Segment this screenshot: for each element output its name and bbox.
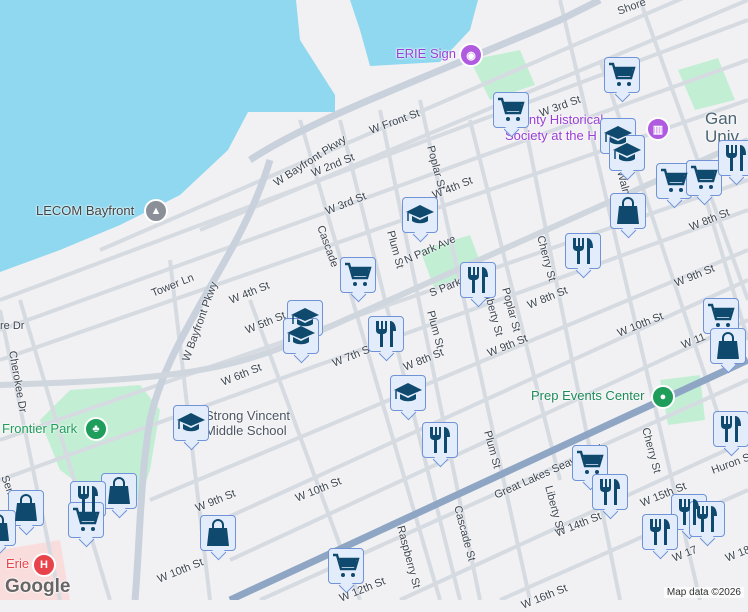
street-label-re_dr: re Dr — [0, 320, 25, 332]
restaurant-marker[interactable] — [368, 316, 404, 352]
restaurant-icon — [648, 518, 672, 546]
school-icon — [612, 142, 642, 164]
map-attribution[interactable]: Map data ©2026 — [663, 587, 744, 598]
grocery-marker[interactable] — [328, 548, 364, 584]
restaurant-icon — [374, 320, 398, 348]
grocery-icon — [72, 507, 100, 533]
erie-hospital-label[interactable]: Erie — [6, 556, 29, 571]
grocery-marker[interactable] — [703, 298, 739, 334]
stadium-icon[interactable]: ● — [651, 385, 675, 409]
restaurant-marker[interactable] — [689, 501, 725, 537]
camera-icon[interactable]: ◉ — [459, 43, 483, 67]
grocery-icon — [344, 262, 372, 288]
grocery-marker[interactable] — [493, 92, 529, 128]
grocery-marker[interactable] — [68, 502, 104, 538]
restaurant-marker[interactable] — [642, 514, 678, 550]
restaurant-icon — [466, 266, 490, 294]
restaurant-marker[interactable] — [565, 233, 601, 269]
grocery-icon — [690, 165, 718, 191]
restaurant-icon — [428, 426, 452, 454]
grocery-marker[interactable] — [604, 57, 640, 93]
grocery-icon — [576, 450, 604, 476]
restaurant-icon — [724, 144, 748, 172]
restaurant-marker[interactable] — [592, 474, 628, 510]
school-pin-icon[interactable]: ▲ — [144, 199, 168, 223]
museum-icon[interactable]: ▥ — [646, 117, 670, 141]
grocery-marker[interactable] — [656, 163, 692, 199]
lecom-bayfront-label[interactable]: LECOM Bayfront — [36, 203, 134, 218]
grocery-marker[interactable] — [686, 160, 722, 196]
school-marker[interactable] — [390, 375, 426, 411]
shopping-marker[interactable] — [8, 490, 44, 526]
grocery-icon — [707, 303, 735, 329]
grocery-icon — [332, 553, 360, 579]
school-icon — [405, 204, 435, 226]
shopping-marker[interactable] — [610, 193, 646, 229]
school-icon — [286, 325, 316, 347]
shopping-icon — [616, 197, 640, 225]
grocery-marker[interactable] — [340, 257, 376, 293]
restaurant-icon — [695, 505, 719, 533]
restaurant-marker[interactable] — [422, 422, 458, 458]
restaurant-marker[interactable] — [713, 411, 748, 447]
shopping-marker[interactable] — [101, 473, 137, 509]
school-marker[interactable] — [173, 405, 209, 441]
strong-vincent-label[interactable]: Strong Vincent Middle School — [205, 408, 290, 438]
google-logo: Google — [5, 576, 71, 597]
restaurant-icon — [719, 415, 743, 443]
shopping-icon — [107, 477, 131, 505]
grocery-icon — [660, 168, 688, 194]
prep-events-center-label[interactable]: Prep Events Center — [531, 388, 644, 403]
shopping-icon — [14, 494, 38, 522]
shopping-icon — [206, 519, 230, 547]
restaurant-icon — [598, 478, 622, 506]
erie-sign-label[interactable]: ERIE Sign — [396, 46, 456, 61]
restaurant-marker[interactable] — [718, 140, 748, 176]
restaurant-icon — [571, 237, 595, 265]
shopping-marker[interactable] — [200, 515, 236, 551]
tree-icon[interactable]: ♣ — [84, 417, 108, 441]
shopping-marker[interactable] — [710, 328, 746, 364]
hospital-icon[interactable]: H — [32, 553, 56, 577]
restaurant-marker[interactable] — [460, 262, 496, 298]
frontier-park-label[interactable]: Frontier Park — [2, 421, 77, 436]
shopping-icon — [716, 332, 740, 360]
school-marker[interactable] — [402, 197, 438, 233]
school-icon — [393, 382, 423, 404]
shopping-icon — [0, 514, 10, 542]
grocery-icon — [497, 97, 525, 123]
grocery-icon — [608, 62, 636, 88]
grocery-marker[interactable] — [572, 445, 608, 481]
school-icon — [176, 412, 206, 434]
